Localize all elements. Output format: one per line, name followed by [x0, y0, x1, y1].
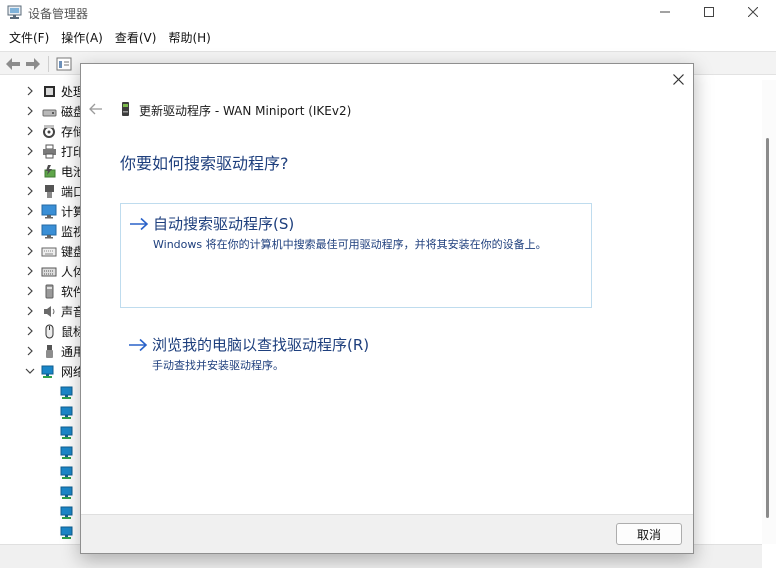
- network-adapter-icon[interactable]: [60, 485, 76, 501]
- minimize-icon: [660, 6, 670, 20]
- chevron-right-icon[interactable]: [24, 125, 36, 137]
- back-arrow-icon[interactable]: [89, 102, 103, 116]
- network-adapter-icon[interactable]: [60, 445, 76, 461]
- tree-item-printers[interactable]: 打印: [0, 141, 85, 161]
- dialog-title: 更新驱动程序 - WAN Miniport (IKEv2): [139, 104, 352, 118]
- chevron-right-icon[interactable]: [24, 325, 36, 337]
- tree-item-batteries[interactable]: 电池: [0, 161, 85, 181]
- browse-computer-title: 浏览我的电脑以查找驱动程序(R): [152, 336, 370, 354]
- chevron-right-icon[interactable]: [24, 145, 36, 157]
- device-manager-icon: [7, 5, 23, 20]
- scrollbar-thumb[interactable]: [766, 138, 769, 518]
- auto-search-description: Windows 将在你的计算机中搜索最佳可用驱动程序，并将其安装在你的设备上。: [153, 238, 547, 251]
- network-adapter-icon[interactable]: [60, 425, 76, 441]
- arrow-right-icon: [129, 217, 149, 231]
- search-question-heading: 你要如何搜索驱动程序?: [120, 154, 289, 173]
- dialog-footer: 取消: [81, 514, 693, 553]
- port-icon: [41, 183, 57, 199]
- arrow-right-icon: [128, 338, 148, 352]
- network-device-icon: [121, 101, 130, 117]
- chevron-down-icon[interactable]: [24, 365, 36, 377]
- network-adapter-icon[interactable]: [60, 525, 76, 541]
- minimize-button[interactable]: [642, 0, 688, 26]
- network-adapter-icon: [41, 363, 57, 379]
- menu-view[interactable]: 查看(V): [110, 27, 162, 49]
- chevron-right-icon[interactable]: [24, 245, 36, 257]
- network-adapter-icon[interactable]: [60, 385, 76, 401]
- chevron-right-icon[interactable]: [24, 265, 36, 277]
- chevron-right-icon[interactable]: [24, 165, 36, 177]
- maximize-icon: [704, 6, 714, 20]
- dialog-close-button[interactable]: [667, 70, 689, 92]
- maximize-button[interactable]: [686, 0, 732, 26]
- close-icon: [747, 6, 759, 20]
- tree-item-network-adapters[interactable]: 网络: [0, 361, 85, 381]
- tree-item-processor[interactable]: 处理: [0, 81, 85, 101]
- toolbar-separator: [48, 56, 49, 72]
- chevron-right-icon[interactable]: [24, 105, 36, 117]
- title-bar: 设备管理器: [0, 0, 776, 26]
- tree-item-usb[interactable]: 通用: [0, 341, 85, 361]
- keyboard-icon: [41, 243, 57, 259]
- sound-icon: [41, 303, 57, 319]
- disk-drive-icon: [41, 103, 57, 119]
- menu-action[interactable]: 操作(A): [56, 27, 108, 49]
- network-adapter-icon[interactable]: [60, 505, 76, 521]
- battery-icon: [41, 163, 57, 179]
- usb-icon: [41, 343, 57, 359]
- mouse-icon: [41, 323, 57, 339]
- printer-icon: [41, 143, 57, 159]
- auto-search-title: 自动搜索驱动程序(S): [153, 215, 295, 233]
- auto-search-option[interactable]: 自动搜索驱动程序(S) Windows 将在你的计算机中搜索最佳可用驱动程序，并…: [120, 203, 592, 308]
- tree-item-hid[interactable]: 人体: [0, 261, 85, 281]
- chevron-right-icon[interactable]: [24, 185, 36, 197]
- close-icon: [672, 74, 684, 88]
- network-adapter-icon[interactable]: [60, 465, 76, 481]
- tree-item-computer[interactable]: 计算: [0, 201, 85, 221]
- computer-icon: [41, 203, 57, 219]
- storage-controller-icon: [41, 123, 57, 139]
- browse-computer-option[interactable]: 浏览我的电脑以查找驱动程序(R) 手动查找并安装驱动程序。: [120, 325, 592, 372]
- window-title: 设备管理器: [28, 7, 89, 21]
- update-driver-dialog: 更新驱动程序 - WAN Miniport (IKEv2) 你要如何搜索驱动程序…: [80, 63, 694, 554]
- tree-item-storage[interactable]: 存储: [0, 121, 85, 141]
- chevron-right-icon[interactable]: [24, 225, 36, 237]
- tree-item-software-devices[interactable]: 软件: [0, 281, 85, 301]
- chevron-right-icon[interactable]: [24, 205, 36, 217]
- menu-help[interactable]: 帮助(H): [163, 27, 215, 49]
- tree-item-sound[interactable]: 声音: [0, 301, 85, 321]
- network-adapter-icon[interactable]: [60, 405, 76, 421]
- cancel-button[interactable]: 取消: [616, 523, 682, 545]
- browse-computer-description: 手动查找并安装驱动程序。: [152, 359, 284, 372]
- forward-arrow-icon[interactable]: [24, 55, 42, 72]
- monitor-icon: [41, 223, 57, 239]
- chevron-right-icon[interactable]: [24, 285, 36, 297]
- properties-icon[interactable]: [55, 55, 73, 72]
- chevron-right-icon[interactable]: [24, 305, 36, 317]
- software-device-icon: [41, 283, 57, 299]
- tree-item-monitors[interactable]: 监视: [0, 221, 85, 241]
- tree-item-keyboards[interactable]: 键盘: [0, 241, 85, 261]
- chevron-right-icon[interactable]: [24, 345, 36, 357]
- menu-file[interactable]: 文件(F): [4, 27, 54, 49]
- processor-icon: [41, 83, 57, 99]
- menu-bar: 文件(F) 操作(A) 查看(V) 帮助(H): [0, 27, 776, 49]
- chevron-right-icon[interactable]: [24, 85, 36, 97]
- vertical-scrollbar[interactable]: [762, 80, 776, 544]
- close-window-button[interactable]: [730, 0, 776, 26]
- tree-item-mice[interactable]: 鼠标: [0, 321, 85, 341]
- hid-icon: [41, 263, 57, 279]
- back-arrow-icon[interactable]: [4, 55, 22, 72]
- tree-item-ports[interactable]: 端口: [0, 181, 85, 201]
- tree-item-disk-drives[interactable]: 磁盘: [0, 101, 85, 121]
